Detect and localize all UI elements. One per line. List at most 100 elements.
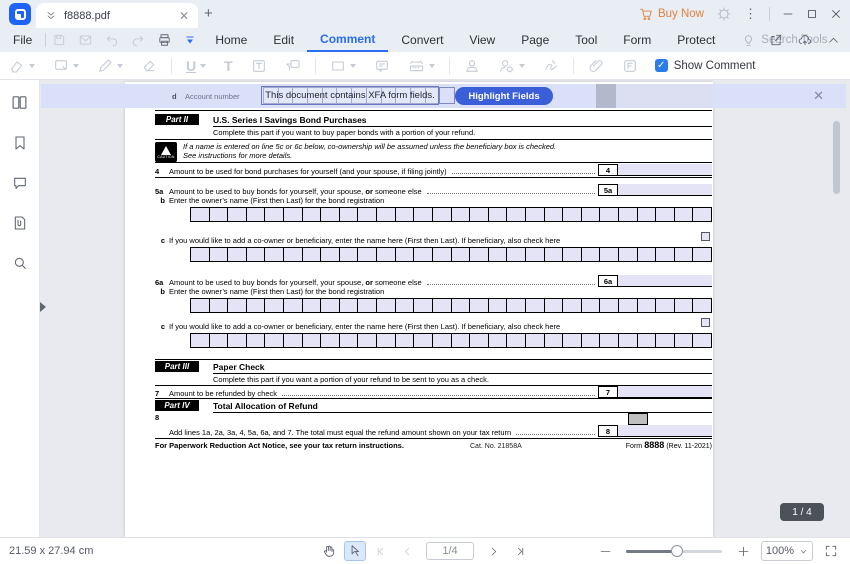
name-comb-field-5c[interactable]: [190, 247, 712, 262]
collapse-toolbar-icon[interactable]: [827, 34, 840, 47]
chevron-double-down-icon[interactable]: [45, 10, 57, 22]
menu-form[interactable]: Form: [610, 28, 664, 52]
custom-stamp-tool[interactable]: [498, 58, 525, 74]
checkbox-checked-icon[interactable]: ✓: [655, 59, 668, 72]
fit-screen-icon[interactable]: [820, 541, 842, 561]
tab-close-icon[interactable]: ✕: [179, 10, 189, 22]
chevron-down-icon[interactable]: [29, 64, 35, 68]
beneficiary-checkbox-5c[interactable]: [701, 232, 710, 241]
close-button[interactable]: [830, 8, 842, 20]
underline-tool[interactable]: U: [186, 58, 206, 74]
menu-file[interactable]: File: [0, 28, 45, 52]
zoom-slider[interactable]: [626, 541, 722, 561]
form-line-8: Add lines 1a, 2a, 3a, 4, 5a, 6a, and 7. …: [155, 425, 712, 437]
first-page-icon[interactable]: [370, 541, 392, 561]
vertical-scrollbar[interactable]: [833, 121, 840, 194]
menu-page[interactable]: Page: [508, 28, 562, 52]
form-line-6a: 6a Amount to be used to buy bonds for yo…: [155, 275, 712, 287]
measure-tool[interactable]: [408, 58, 435, 74]
show-comment-toggle[interactable]: ✓ Show Comment: [655, 59, 756, 72]
cloud-upload-icon[interactable]: [797, 33, 813, 47]
undo-icon[interactable]: [105, 33, 119, 47]
name-comb-field-6c[interactable]: [190, 333, 712, 348]
pencil-tool[interactable]: [97, 58, 123, 74]
text-box-tool[interactable]: [251, 58, 267, 74]
menu-protect[interactable]: Protect: [664, 28, 728, 52]
attachments-panel-icon[interactable]: [12, 215, 28, 231]
search-panel-icon[interactable]: [12, 255, 28, 271]
toolbar-more-icon[interactable]: [184, 34, 196, 46]
page-size-label: 21.59 x 27.94 cm: [9, 545, 93, 557]
new-tab-button[interactable]: +: [204, 5, 213, 22]
maximize-button[interactable]: [806, 8, 818, 20]
app-logo-icon: [9, 3, 31, 25]
chevron-down-icon[interactable]: [350, 64, 356, 68]
menu-home[interactable]: Home: [202, 28, 260, 52]
sidebar-expand-handle[interactable]: [40, 302, 46, 312]
chevron-down-icon[interactable]: [73, 64, 79, 68]
page-indicator-badge: 1 / 4: [780, 503, 824, 521]
tab-title: f8888.pdf: [64, 10, 172, 22]
amount-field-7[interactable]: [618, 386, 712, 398]
buy-now-button[interactable]: Buy Now: [639, 7, 704, 21]
name-comb-field-6b[interactable]: [190, 298, 712, 313]
chevron-down-icon[interactable]: [117, 64, 123, 68]
eraser-tool[interactable]: [141, 58, 157, 74]
minimize-button[interactable]: [782, 8, 794, 20]
menu-convert[interactable]: Convert: [388, 28, 456, 52]
page-number-input[interactable]: 1/4: [426, 542, 474, 560]
highlight-fields-button[interactable]: Highlight Fields: [455, 87, 553, 105]
zoom-out-icon[interactable]: [594, 541, 616, 561]
chevron-down-icon[interactable]: [429, 64, 435, 68]
beneficiary-checkbox-6c[interactable]: [701, 318, 710, 327]
name-comb-field-5b[interactable]: [190, 207, 712, 222]
chevron-down-icon[interactable]: [200, 64, 206, 68]
part3-badge: Part III: [155, 361, 199, 372]
form-line-5a: 5a Amount to be used to buy bonds for yo…: [155, 184, 712, 196]
notification-close-icon[interactable]: ✕: [813, 88, 824, 104]
print-icon[interactable]: [157, 33, 172, 47]
save-icon[interactable]: [52, 33, 66, 47]
sticky-note-tool[interactable]: [53, 58, 79, 74]
form-line-7: 7 Amount to be refunded by check 7: [155, 386, 712, 398]
previous-page-icon[interactable]: [396, 541, 418, 561]
zoom-slider-knob[interactable]: [671, 545, 683, 557]
part2-badge: Part II: [155, 114, 199, 125]
amount-field-5a[interactable]: [618, 184, 712, 196]
signature-tool[interactable]: [543, 58, 559, 74]
bookmarks-panel-icon[interactable]: [12, 135, 28, 151]
zoom-in-icon[interactable]: [732, 541, 754, 561]
next-page-icon[interactable]: [482, 541, 504, 561]
document-tab[interactable]: f8888.pdf ✕: [36, 3, 198, 28]
chevron-down-icon[interactable]: [519, 64, 525, 68]
field-recognition-tool[interactable]: [622, 58, 638, 74]
rewards-badge-icon[interactable]: [716, 6, 732, 22]
select-tool-icon[interactable]: [344, 541, 366, 561]
callout-tool[interactable]: [285, 58, 301, 74]
last-page-icon[interactable]: [508, 541, 530, 561]
hand-tool-icon[interactable]: [318, 541, 340, 561]
amount-field-8[interactable]: [618, 425, 712, 437]
comments-panel-icon[interactable]: [12, 175, 28, 191]
menu-view[interactable]: View: [456, 28, 508, 52]
email-icon[interactable]: [78, 33, 93, 47]
typewriter-tool[interactable]: T: [224, 58, 233, 74]
menu-comment[interactable]: Comment: [307, 28, 388, 52]
stamp-tool[interactable]: [464, 58, 480, 74]
account-row-label: Account number: [185, 92, 240, 101]
left-sidebar: [0, 80, 40, 537]
amount-field-6a[interactable]: [618, 275, 712, 287]
amount-field-4[interactable]: [618, 164, 712, 176]
highlight-tool[interactable]: [9, 58, 35, 74]
shape-tool[interactable]: [330, 58, 356, 74]
thumbnails-panel-icon[interactable]: [11, 94, 28, 111]
zoom-level-select[interactable]: 100%: [761, 541, 813, 561]
comment-list-tool[interactable]: [374, 58, 390, 74]
menu-tool[interactable]: Tool: [562, 28, 610, 52]
comment-toolbar: U T ✓ Show Comment: [0, 52, 850, 80]
share-icon[interactable]: [769, 33, 783, 47]
attachment-tool[interactable]: [588, 58, 604, 74]
more-menu-icon[interactable]: ⋮: [744, 6, 757, 22]
menu-edit[interactable]: Edit: [260, 28, 307, 52]
redo-icon[interactable]: [131, 33, 145, 47]
